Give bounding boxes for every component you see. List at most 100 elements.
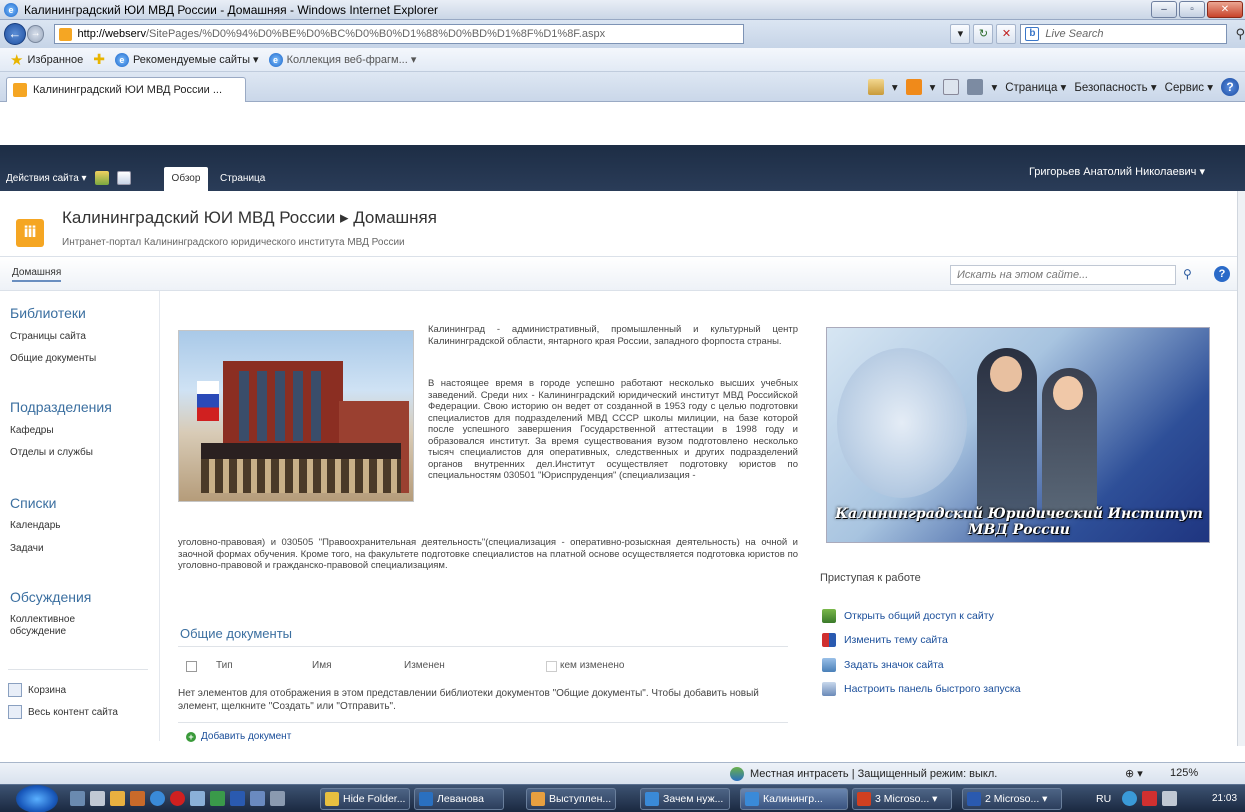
ql-site-pages[interactable]: Страницы сайта — [10, 331, 86, 342]
rss-icon[interactable] — [905, 79, 922, 95]
edit-page-icon[interactable] — [116, 171, 131, 185]
site-actions-menu[interactable]: Действия сайта ▾ — [6, 173, 87, 184]
taskbar-item-presentation[interactable]: Выступлен... — [526, 788, 616, 810]
safety-menu[interactable]: Безопасность ▾ — [1074, 80, 1156, 94]
col-modified-by[interactable]: кем изменено — [560, 660, 624, 671]
quicklaunch-icon[interactable] — [210, 791, 225, 806]
opera-icon[interactable] — [170, 791, 185, 806]
site-header: ⅲ Калининградский ЮИ МВД России ▸ Домашн… — [0, 191, 1245, 257]
address-bar-row: ← → http://webserv/SitePages/%D0%94%D0%B… — [0, 20, 1245, 48]
recommended-sites-button[interactable]: e Рекомендуемые сайты ▾ — [114, 52, 259, 67]
quicklaunch-icon[interactable] — [110, 791, 125, 806]
col-name[interactable]: Имя — [312, 660, 331, 671]
col-modified[interactable]: Изменен — [404, 660, 445, 671]
close-button[interactable]: ✕ — [1207, 1, 1243, 18]
site-title[interactable]: Калининградский ЮИ МВД России ▸ Домашняя — [62, 208, 437, 228]
search-icon[interactable]: ⚲ — [1235, 26, 1245, 42]
tools-menu[interactable]: Сервис ▾ — [1165, 80, 1213, 94]
help-icon[interactable]: ? — [1221, 78, 1239, 96]
home-icon[interactable] — [867, 79, 884, 95]
gs-set-icon[interactable]: Задать значок сайта — [822, 658, 944, 672]
col-type[interactable]: Тип — [216, 660, 233, 671]
taskbar-item-hide-folder[interactable]: Hide Folder... — [320, 788, 410, 810]
ql-discussions[interactable]: Обсуждения — [10, 589, 91, 605]
tab-overview[interactable]: Обзор — [164, 167, 208, 191]
quicklaunch-icon[interactable] — [70, 791, 85, 806]
select-all-checkbox[interactable] — [186, 661, 197, 672]
quicklaunch-icon[interactable] — [90, 791, 105, 806]
taskbar-item-levanova[interactable]: Леванова — [414, 788, 504, 810]
ql-calendar[interactable]: Календарь — [10, 520, 60, 531]
address-input[interactable]: http://webserv/SitePages/%D0%94%D0%BE%D0… — [54, 24, 745, 44]
ql-divider — [8, 669, 148, 670]
ie-icon[interactable] — [150, 791, 165, 806]
gs-share-site[interactable]: Открыть общий доступ к сайту — [822, 609, 994, 623]
quicklaunch-icon[interactable] — [250, 791, 265, 806]
add-icon: + — [186, 731, 196, 742]
tab-page[interactable]: Страница — [216, 167, 269, 191]
dropdown-icon[interactable]: ▾ — [950, 24, 971, 44]
browser-tab[interactable]: Калининградский ЮИ МВД России ... — [6, 77, 246, 102]
help-icon[interactable]: ? — [1214, 266, 1230, 282]
maximize-button[interactable]: ▫ — [1179, 1, 1205, 18]
recycle-bin-icon — [8, 683, 22, 697]
page-scrollbar[interactable] — [1237, 191, 1245, 746]
favorites-button[interactable]: ★ Избранное — [10, 51, 83, 69]
tray-icon[interactable] — [1142, 791, 1157, 806]
add-document-link[interactable]: + Добавить документ — [186, 731, 291, 742]
back-button[interactable]: ← — [4, 23, 26, 45]
security-zone[interactable]: Местная интрасеть | Защищенный режим: вы… — [730, 767, 997, 781]
ql-chairs[interactable]: Кафедры — [10, 425, 54, 436]
ql-team-discussion-line2[interactable]: обсуждение — [10, 626, 66, 637]
web-slice-gallery-button[interactable]: e Коллекция веб-фрагм... ▾ — [268, 52, 416, 67]
tray-icon[interactable] — [1122, 791, 1137, 806]
ql-divisions[interactable]: Отделы и службы — [10, 447, 93, 458]
taskbar-item-why-need[interactable]: Зачем нуж... — [640, 788, 730, 810]
nav-home[interactable]: Домашняя — [12, 267, 62, 282]
zoom-level[interactable]: 125% — [1170, 767, 1198, 779]
mail-icon[interactable] — [943, 79, 960, 95]
taskbar-item-kaliningrad[interactable]: Калинингр... — [740, 788, 848, 810]
site-search-input[interactable]: Искать на этом сайте... — [950, 265, 1176, 285]
ql-recycle-bin[interactable]: Корзина — [8, 683, 66, 697]
ql-tasks[interactable]: Задачи — [10, 543, 44, 554]
gs-change-theme[interactable]: Изменить тему сайта — [822, 633, 948, 647]
zoom-icon[interactable]: ⊕ ▾ — [1125, 767, 1143, 780]
docs-divider-bottom — [178, 722, 788, 723]
search-icon[interactable]: ⚲ — [1183, 267, 1192, 281]
start-button[interactable] — [16, 785, 58, 812]
refresh-icon[interactable]: ↻ — [973, 24, 994, 44]
quicklaunch-icon[interactable] — [270, 791, 285, 806]
ql-departments[interactable]: Подразделения — [10, 399, 112, 415]
quicklaunch-icon[interactable] — [130, 791, 145, 806]
ql-shared-docs[interactable]: Общие документы — [10, 353, 96, 364]
institute-building-photo — [178, 330, 414, 502]
taskbar-item-3-microsoft[interactable]: 3 Microso... ▾ — [852, 788, 952, 810]
docs-webpart-title[interactable]: Общие документы — [180, 626, 292, 641]
ie-icon: e — [114, 52, 129, 67]
ql-lists[interactable]: Списки — [10, 495, 56, 511]
ql-all-content[interactable]: Весь контент сайта — [8, 705, 118, 719]
ql-team-discussion-line1[interactable]: Коллективное — [10, 614, 75, 625]
navigate-up-icon[interactable] — [94, 171, 109, 185]
settings-icon — [822, 682, 836, 696]
user-menu[interactable]: Григорьев Анатолий Николаевич ▾ — [1029, 165, 1205, 178]
taskbar-item-2-microsoft[interactable]: 2 Microso... ▾ — [962, 788, 1062, 810]
add-favorite-icon[interactable]: ✚ — [93, 51, 105, 68]
all-content-icon — [8, 705, 22, 719]
forward-button[interactable]: → — [26, 25, 45, 43]
page-menu[interactable]: Страница ▾ — [1005, 80, 1066, 94]
volume-icon[interactable] — [1162, 791, 1177, 806]
quicklaunch-icon[interactable] — [230, 791, 245, 806]
quicklaunch-icon[interactable] — [190, 791, 205, 806]
clock[interactable]: 21:03 — [1212, 793, 1237, 804]
ql-libraries[interactable]: Библиотеки — [10, 305, 86, 321]
gs-quick-launch[interactable]: Настроить панель быстрого запуска — [822, 682, 1021, 696]
print-icon[interactable] — [967, 79, 984, 95]
stop-icon[interactable]: ✕ — [996, 24, 1017, 44]
language-indicator[interactable]: RU — [1096, 793, 1111, 805]
site-logo-icon[interactable]: ⅲ — [16, 219, 44, 247]
search-input[interactable]: b Live Search — [1020, 24, 1228, 44]
minimize-button[interactable]: – — [1151, 1, 1177, 18]
quick-launch: Библиотеки Страницы сайта Общие документ… — [0, 291, 160, 741]
